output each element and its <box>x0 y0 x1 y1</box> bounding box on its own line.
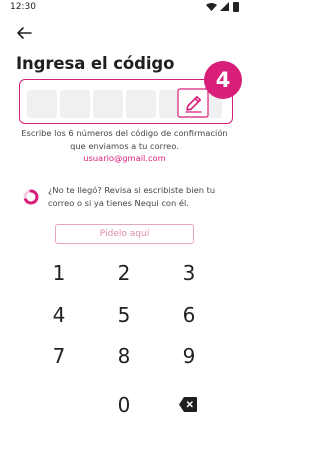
instruction-text: Escribe los 6 números del código de conf… <box>21 128 228 151</box>
keypad-key-5[interactable]: 5 <box>99 300 149 330</box>
battery-icon <box>233 2 239 12</box>
code-input-box[interactable] <box>19 79 233 124</box>
code-digit-cell-4[interactable] <box>126 90 156 118</box>
status-bar: 12:30 <box>0 0 249 16</box>
resend-help-text: ¿No te llegó? Revisa si escribiste bien … <box>48 185 216 208</box>
code-digit-cell-2[interactable] <box>60 90 90 118</box>
backspace-icon[interactable] <box>178 396 198 413</box>
resend-code-button[interactable]: Pídelo aquí <box>55 224 194 244</box>
keypad-key-0[interactable]: 0 <box>99 390 149 420</box>
keypad-key-1[interactable]: 1 <box>34 258 84 288</box>
page-title: Ingresa el código <box>16 54 175 73</box>
keypad-key-7[interactable]: 7 <box>34 341 84 371</box>
edit-pencil-icon <box>177 88 209 118</box>
loading-spinner-icon <box>23 189 39 205</box>
keypad-key-8[interactable]: 8 <box>99 341 149 371</box>
keypad-key-6[interactable]: 6 <box>164 300 214 330</box>
back-arrow-icon[interactable] <box>14 25 34 41</box>
step-number-badge: 4 <box>204 61 242 99</box>
code-digit-cell-3[interactable] <box>93 90 123 118</box>
keypad-key-2[interactable]: 2 <box>99 258 149 288</box>
keypad-key-4[interactable]: 4 <box>34 300 84 330</box>
keypad-key-3[interactable]: 3 <box>164 258 214 288</box>
email-address: usuario@gmail.com <box>83 153 166 163</box>
status-time: 12:30 <box>10 2 36 12</box>
keypad-key-9[interactable]: 9 <box>164 341 214 371</box>
status-icons <box>206 2 239 12</box>
wifi-icon <box>206 3 217 11</box>
code-digit-cell-1[interactable] <box>27 90 57 118</box>
signal-icon <box>220 2 229 11</box>
